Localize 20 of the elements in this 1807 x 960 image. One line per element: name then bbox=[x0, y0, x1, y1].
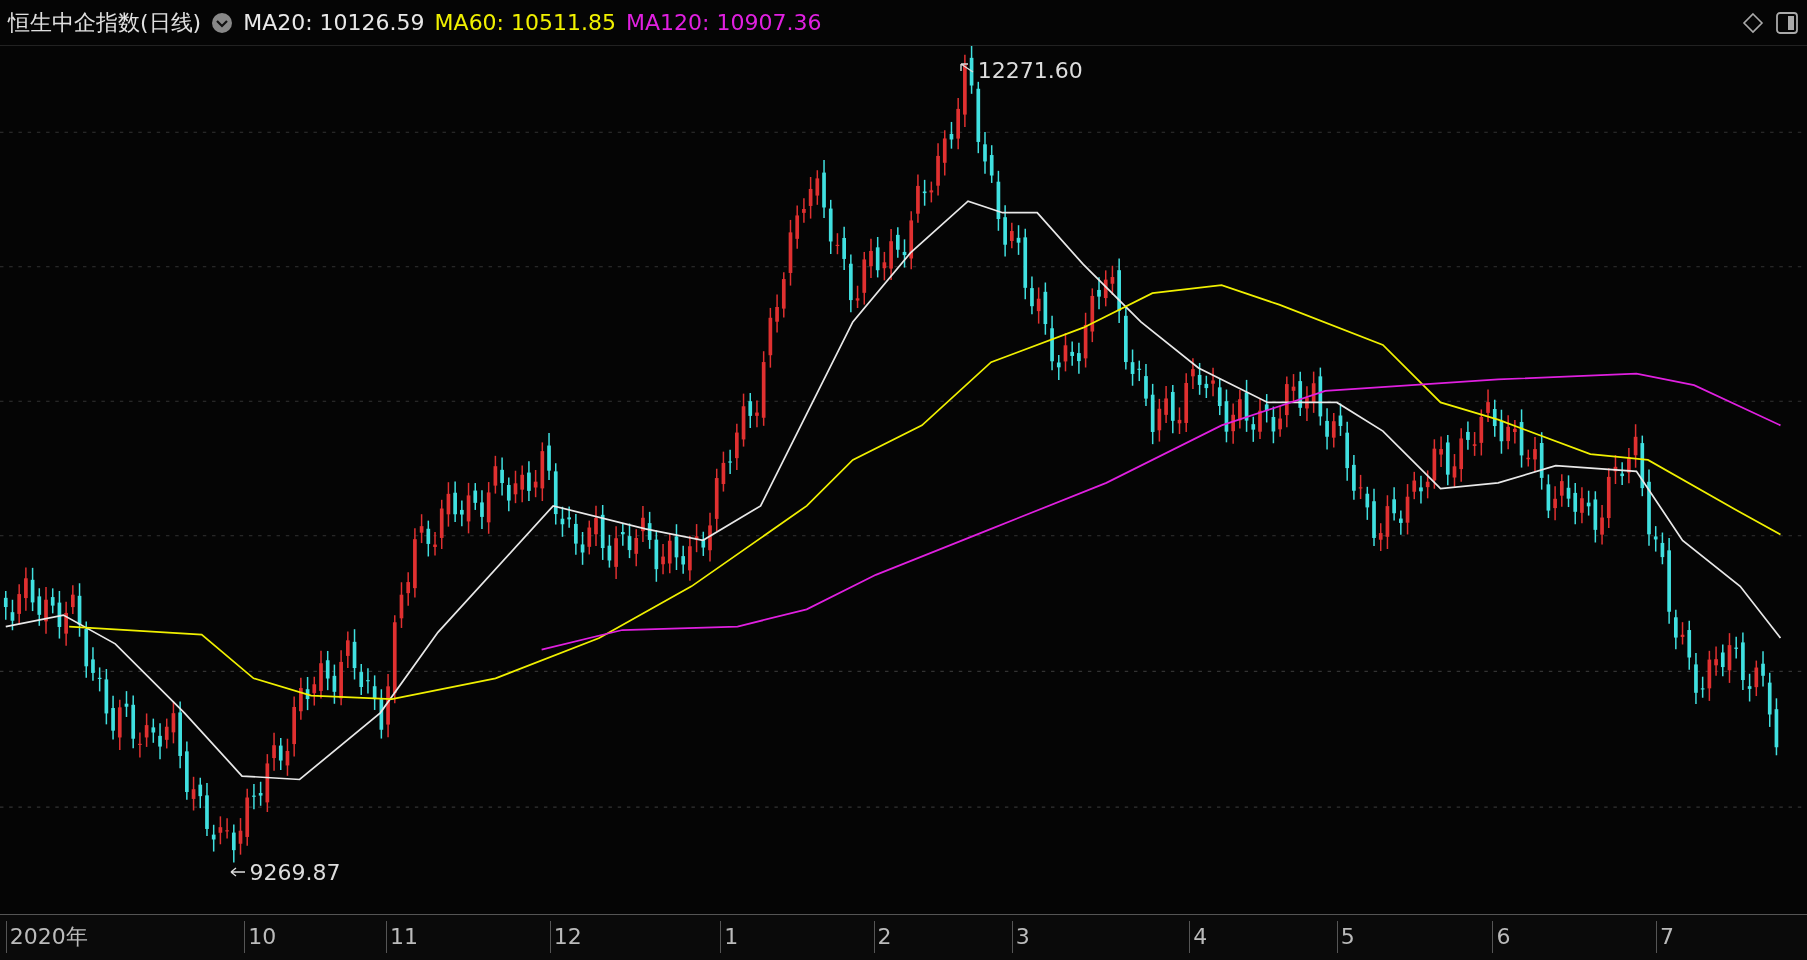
axis-label: 12 bbox=[549, 921, 582, 953]
axis-label: 2 bbox=[873, 921, 892, 953]
dropdown-icon[interactable] bbox=[211, 11, 234, 34]
indicator-value: MA60: 10511.85 bbox=[434, 10, 616, 35]
axis-label: 2020年 bbox=[5, 921, 88, 953]
axis-label: 1 bbox=[720, 921, 739, 953]
axis-label: 6 bbox=[1492, 921, 1511, 953]
axis-label: 10 bbox=[244, 921, 277, 953]
axis-label: 11 bbox=[386, 921, 419, 953]
axis-label: 5 bbox=[1336, 921, 1355, 953]
chart-title: 恒生中企指数(日线) bbox=[8, 8, 202, 37]
indicator-value: MA120: 10907.36 bbox=[626, 10, 822, 35]
axis-label: 4 bbox=[1189, 921, 1208, 953]
panel-icon[interactable] bbox=[1775, 10, 1799, 35]
high-price-label: 12271.60 bbox=[977, 57, 1083, 83]
diamond-icon[interactable] bbox=[1741, 10, 1765, 35]
indicator-value: MA20: 10126.59 bbox=[243, 10, 425, 35]
low-price-label: 9269.87 bbox=[249, 859, 341, 885]
axis-label: 3 bbox=[1011, 921, 1030, 953]
axis-label: 7 bbox=[1656, 921, 1675, 953]
